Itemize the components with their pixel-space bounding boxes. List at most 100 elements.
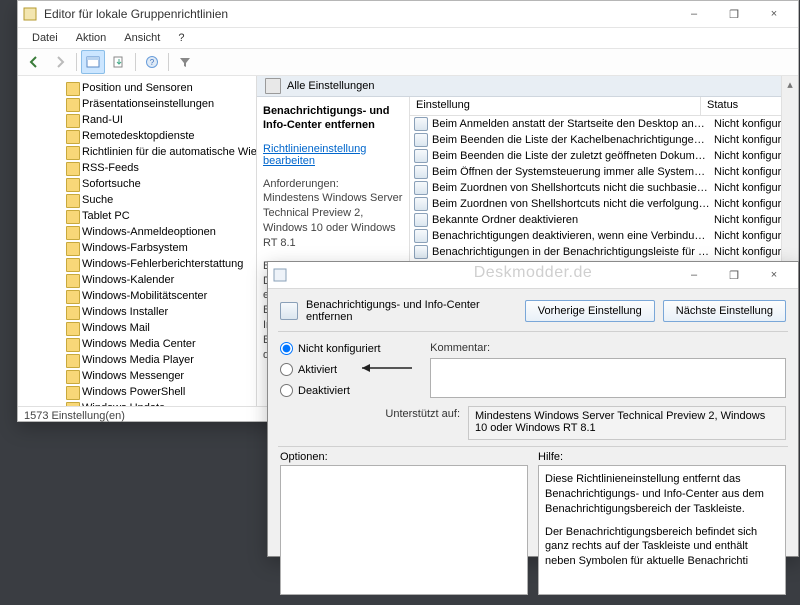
- back-button[interactable]: [22, 50, 46, 74]
- row-setting: Beim Beenden die Liste der Kachelbenachr…: [432, 134, 710, 146]
- content-header: Alle Einstellungen: [257, 76, 798, 97]
- toolbar-view-button[interactable]: [81, 50, 105, 74]
- list-item[interactable]: Beim Anmelden anstatt der Startseite den…: [410, 116, 798, 132]
- window-title: Editor für lokale Gruppenrichtlinien: [44, 7, 674, 21]
- policy-item-icon: [414, 149, 428, 163]
- titlebar: Editor für lokale Gruppenrichtlinien – ❐…: [18, 1, 798, 28]
- dialog-icon: [272, 267, 288, 283]
- tree-item[interactable]: Sofortsuche: [18, 176, 256, 192]
- list-item[interactable]: Benachrichtigungen deaktivieren, wenn ei…: [410, 228, 798, 244]
- previous-setting-button[interactable]: Vorherige Einstellung: [525, 300, 655, 322]
- tree-item[interactable]: Windows-Farbsystem: [18, 240, 256, 256]
- policy-icon: [280, 302, 298, 320]
- tree-item[interactable]: Windows-Mobilitätscenter: [18, 288, 256, 304]
- tree-item[interactable]: Windows Mail: [18, 320, 256, 336]
- radio-disabled[interactable]: Deaktiviert: [280, 384, 414, 397]
- scroll-up-icon[interactable]: ▴: [782, 76, 798, 92]
- policy-item-icon: [414, 213, 428, 227]
- list-item[interactable]: Bekannte Ordner deaktivierenNicht konfig…: [410, 212, 798, 228]
- row-setting: Beim Zuordnen von Shellshortcuts nicht d…: [432, 182, 710, 194]
- tree-item[interactable]: Remotedesktopdienste: [18, 128, 256, 144]
- tree-item[interactable]: Windows Media Player: [18, 352, 256, 368]
- arrow-indicator-icon: [354, 361, 414, 378]
- policy-item-icon: [414, 181, 428, 195]
- help-label: Hilfe:: [538, 451, 786, 463]
- menu-help[interactable]: ?: [170, 30, 192, 46]
- tree-item[interactable]: Windows-Fehlerberichterstattung: [18, 256, 256, 272]
- list-item[interactable]: Benachrichtigungen in der Benachrichtigu…: [410, 244, 798, 260]
- status-count: 1573 Einstellung(en): [24, 410, 125, 422]
- radio-enabled[interactable]: Aktiviert: [280, 361, 414, 378]
- requirements-label: Anforderungen:: [263, 177, 403, 192]
- menu-action[interactable]: Aktion: [68, 30, 115, 46]
- policy-item-icon: [414, 245, 428, 259]
- comment-label: Kommentar:: [430, 342, 786, 354]
- dialog-titlebar: Deskmodder.de – ❐ ×: [268, 262, 798, 289]
- toolbar-export-button[interactable]: [107, 50, 131, 74]
- list-item[interactable]: Beim Zuordnen von Shellshortcuts nicht d…: [410, 180, 798, 196]
- close-button[interactable]: ×: [754, 1, 794, 27]
- tree-item[interactable]: Tablet PC: [18, 208, 256, 224]
- tree-item[interactable]: Windows-Anmeldeoptionen: [18, 224, 256, 240]
- tree-item[interactable]: Position und Sensoren: [18, 80, 256, 96]
- tree-item[interactable]: Präsentationseinstellungen: [18, 96, 256, 112]
- svg-text:?: ?: [150, 58, 155, 67]
- dialog-title: Benachrichtigungs- und Info-Center entfe…: [306, 299, 517, 323]
- options-label: Optionen:: [280, 451, 528, 463]
- help-text-2: Der Benachrichtigungsbereich befindet si…: [545, 525, 779, 570]
- list-item[interactable]: Beim Beenden die Liste der zuletzt geöff…: [410, 148, 798, 164]
- tree-item[interactable]: Windows Media Center: [18, 336, 256, 352]
- row-setting: Beim Zuordnen von Shellshortcuts nicht d…: [432, 198, 710, 210]
- edit-policy-link[interactable]: Richtlinieneinstellung bearbeiten: [263, 143, 403, 167]
- tree-item[interactable]: Windows Installer: [18, 304, 256, 320]
- row-setting: Beim Öffnen der Systemsteuerung immer al…: [432, 166, 710, 178]
- options-box: [280, 465, 528, 595]
- tree-item[interactable]: RSS-Feeds: [18, 160, 256, 176]
- forward-button[interactable]: [48, 50, 72, 74]
- app-icon: [22, 6, 38, 22]
- dialog-minimize-button[interactable]: –: [674, 262, 714, 288]
- menu-file[interactable]: Datei: [24, 30, 66, 46]
- tree-item[interactable]: Suche: [18, 192, 256, 208]
- comment-textarea[interactable]: [430, 358, 786, 398]
- row-setting: Beim Beenden die Liste der zuletzt geöff…: [432, 150, 710, 162]
- toolbar-help-button[interactable]: ?: [140, 50, 164, 74]
- tree-item[interactable]: Richtlinien für die automatische Wiede: [18, 144, 256, 160]
- list-item[interactable]: Beim Beenden die Liste der Kachelbenachr…: [410, 132, 798, 148]
- tree-item[interactable]: Windows PowerShell: [18, 384, 256, 400]
- column-setting[interactable]: Einstellung: [410, 97, 701, 115]
- policy-item-icon: [414, 229, 428, 243]
- toolbar: ?: [18, 48, 798, 76]
- list-item[interactable]: Beim Öffnen der Systemsteuerung immer al…: [410, 164, 798, 180]
- content-header-title: Alle Einstellungen: [287, 80, 374, 92]
- list-item[interactable]: Beim Zuordnen von Shellshortcuts nicht d…: [410, 196, 798, 212]
- settings-group-icon: [265, 78, 281, 94]
- menu-view[interactable]: Ansicht: [116, 30, 168, 46]
- nav-tree[interactable]: Position und SensorenPräsentationseinste…: [18, 76, 257, 406]
- selected-setting-title: Benachrichtigungs- und Info-Center entfe…: [263, 105, 403, 133]
- row-setting: Benachrichtigungen in der Benachrichtigu…: [432, 246, 710, 258]
- policy-item-icon: [414, 117, 428, 131]
- tree-item[interactable]: Windows Messenger: [18, 368, 256, 384]
- policy-properties-dialog: Deskmodder.de – ❐ × Benachrichtigungs- u…: [267, 261, 799, 557]
- row-setting: Bekannte Ordner deaktivieren: [432, 214, 710, 226]
- minimize-button[interactable]: –: [674, 1, 714, 27]
- supported-on-label: Unterstützt auf:: [280, 406, 460, 420]
- state-radio-group: Nicht konfiguriert Aktiviert Deaktiviert: [280, 342, 414, 398]
- requirements-text: Mindestens Windows Server Technical Prev…: [263, 191, 403, 250]
- policy-item-icon: [414, 197, 428, 211]
- tree-item[interactable]: Windows-Kalender: [18, 272, 256, 288]
- supported-on-text: Mindestens Windows Server Technical Prev…: [468, 406, 786, 440]
- next-setting-button[interactable]: Nächste Einstellung: [663, 300, 786, 322]
- dialog-maximize-button[interactable]: ❐: [714, 262, 754, 288]
- maximize-button[interactable]: ❐: [714, 1, 754, 27]
- row-setting: Beim Anmelden anstatt der Startseite den…: [432, 118, 710, 130]
- radio-not-configured[interactable]: Nicht konfiguriert: [280, 342, 414, 355]
- help-box: Diese Richtlinieneinstellung entfernt da…: [538, 465, 786, 595]
- policy-item-icon: [414, 165, 428, 179]
- toolbar-filter-button[interactable]: [173, 50, 197, 74]
- menubar: Datei Aktion Ansicht ?: [18, 28, 798, 48]
- row-setting: Benachrichtigungen deaktivieren, wenn ei…: [432, 230, 710, 242]
- tree-item[interactable]: Rand-UI: [18, 112, 256, 128]
- dialog-close-button[interactable]: ×: [754, 262, 794, 288]
